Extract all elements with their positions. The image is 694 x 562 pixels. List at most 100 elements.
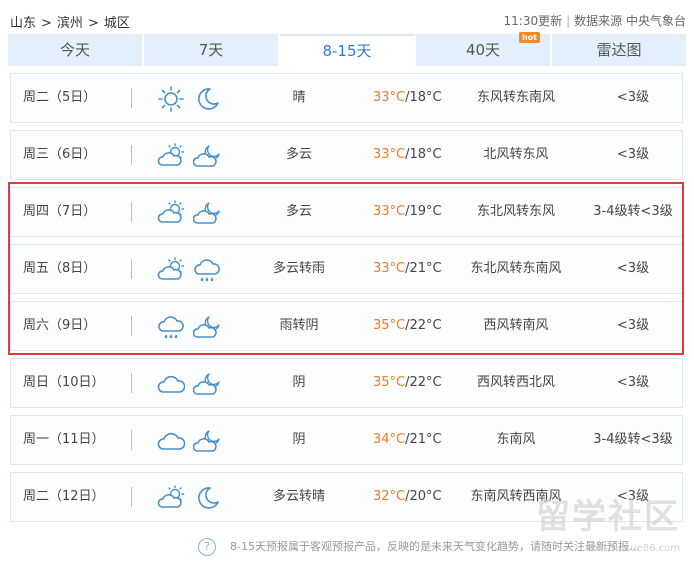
breadcrumb-city[interactable]: 滨州 xyxy=(57,12,83,31)
row-divider xyxy=(131,145,132,165)
moon-icon xyxy=(193,485,221,511)
data-source: 数据来源 中央气象台 xyxy=(574,14,686,28)
weather-icons xyxy=(157,485,221,511)
tab-label: 8-15天 xyxy=(322,42,372,60)
wind-direction: 东北风转东南风 xyxy=(470,261,562,276)
low-temp: /18°C xyxy=(405,147,442,162)
tab-radar[interactable]: 雷达图 xyxy=(552,34,686,66)
row-divider xyxy=(131,316,132,336)
sun-icon xyxy=(157,86,185,112)
breadcrumb-province[interactable]: 山东 xyxy=(10,12,36,31)
weather-description: 多云转雨 xyxy=(272,261,325,276)
high-temp: 34°C xyxy=(373,432,406,447)
temperature: 34°C/21°C xyxy=(373,416,442,464)
low-temp: /21°C xyxy=(405,432,442,447)
wind-level: <3级 xyxy=(616,318,650,333)
partly-cloudy-day-icon xyxy=(157,143,185,169)
watermark-logo: 留学社区 xyxy=(536,497,680,537)
day-label: 周四（7日） xyxy=(23,204,97,219)
row-divider xyxy=(131,487,132,507)
day-label: 周日（10日） xyxy=(23,375,105,390)
partly-cloudy-day-icon xyxy=(157,200,185,226)
rain-icon xyxy=(193,257,221,283)
weather-icons xyxy=(157,314,221,340)
weather-description: 多云 xyxy=(285,147,312,162)
row-divider xyxy=(131,259,132,279)
day-label: 周二（5日） xyxy=(23,90,97,105)
tab-label: 40天 xyxy=(465,41,501,59)
forecast-tabs: 今天 7天 8-15天 40天 hot 雷达图 xyxy=(8,32,686,66)
row-divider xyxy=(131,88,132,108)
tab-label: 7天 xyxy=(198,41,224,59)
weather-description: 雨转阴 xyxy=(279,318,319,333)
forecast-row: 周六（9日） 雨转阴 35°C/22°C 西风转南风 <3级 xyxy=(10,301,683,351)
breadcrumb-separator: > xyxy=(87,16,99,31)
row-divider xyxy=(131,202,132,222)
partly-cloudy-day-icon xyxy=(157,485,185,511)
high-temp: 35°C xyxy=(373,318,406,333)
hot-badge: hot xyxy=(518,32,540,43)
low-temp: /22°C xyxy=(405,375,442,390)
tab-7-days[interactable]: 7天 xyxy=(144,34,280,66)
low-temp: /20°C xyxy=(405,489,442,504)
update-time: 11:30更新 xyxy=(503,14,563,28)
tab-today[interactable]: 今天 xyxy=(8,34,144,66)
day-label: 周六（9日） xyxy=(23,318,97,333)
partly-cloudy-night-icon xyxy=(192,314,221,340)
tab-40-days[interactable]: 40天 hot xyxy=(416,32,552,66)
tab-label: 今天 xyxy=(59,41,90,59)
tab-8-15-days[interactable]: 8-15天 xyxy=(280,34,416,66)
weather-description: 阴 xyxy=(292,432,306,447)
forecast-row: 周三（6日） 多云 33°C/18°C 北风转东风 <3级 xyxy=(10,130,683,180)
breadcrumb-separator: > xyxy=(41,16,52,31)
partly-cloudy-night-icon xyxy=(192,371,221,397)
tab-label: 雷达图 xyxy=(596,41,642,59)
temperature: 32°C/20°C xyxy=(373,473,442,521)
moon-icon xyxy=(193,86,221,112)
wind-level: <3级 xyxy=(616,90,650,105)
high-temp: 33°C xyxy=(373,147,406,162)
help-icon[interactable]: ? xyxy=(198,538,216,556)
footer-note: ? 8-15天预报属于客观预报产品，反映的是未来天气变化趋势，请随时关注最新预报.… xyxy=(198,538,639,556)
watermark-url: bbs.liuxue86.com xyxy=(591,543,680,554)
low-temp: /22°C xyxy=(405,318,442,333)
low-temp: /21°C xyxy=(405,261,442,276)
wind-level: <3级 xyxy=(616,261,650,276)
header-bar: 山东 > 滨州 > 城区 11:30更新 | 数据来源 中央气象台 xyxy=(0,0,694,34)
forecast-row: 周四（7日） 多云 33°C/19°C 东北风转东风 3-4级转<3级 xyxy=(10,187,683,237)
partly-cloudy-night-icon xyxy=(192,200,221,226)
breadcrumb: 山东 > 滨州 > 城区 xyxy=(10,12,130,31)
temperature: 33°C/19°C xyxy=(373,188,442,236)
weather-description: 阴 xyxy=(292,375,306,390)
high-temp: 33°C xyxy=(373,90,406,105)
forecast-row: 周二（5日） 晴 33°C/18°C 东风转东南风 <3级 xyxy=(10,73,683,123)
weather-icons xyxy=(157,428,221,454)
weather-description: 多云转晴 xyxy=(272,489,325,504)
temperature: 33°C/21°C xyxy=(373,245,442,293)
day-label: 周二（12日） xyxy=(23,489,105,504)
breadcrumb-district: 城区 xyxy=(103,16,130,31)
forecast-row: 周日（10日） 阴 35°C/22°C 西风转西北风 <3级 xyxy=(10,358,683,408)
wind-direction: 东北风转东风 xyxy=(476,204,555,219)
temperature: 33°C/18°C xyxy=(373,131,442,179)
high-temp: 33°C xyxy=(373,261,406,276)
weather-icons xyxy=(157,371,221,397)
day-label: 周三（6日） xyxy=(23,147,97,162)
cloud-icon xyxy=(157,371,186,397)
high-temp: 32°C xyxy=(373,489,406,504)
temperature: 35°C/22°C xyxy=(373,302,442,350)
weather-icons xyxy=(157,200,221,226)
wind-direction: 西风转西北风 xyxy=(476,375,555,390)
wind-direction: 东南风 xyxy=(496,432,536,447)
wind-level: 3-4级转<3级 xyxy=(593,204,673,219)
high-temp: 35°C xyxy=(373,375,406,390)
wind-level: <3级 xyxy=(616,375,650,390)
wind-direction: 东风转东南风 xyxy=(476,90,555,105)
row-divider xyxy=(131,430,132,450)
forecast-row: 周五（8日） 多云转雨 33°C/21°C 东北风转东南风 <3级 xyxy=(10,244,683,294)
low-temp: /19°C xyxy=(405,204,442,219)
weather-icons xyxy=(157,257,221,283)
day-label: 周五（8日） xyxy=(23,261,97,276)
temperature: 35°C/22°C xyxy=(373,359,442,407)
update-info: 11:30更新 | 数据来源 中央气象台 xyxy=(504,12,686,29)
